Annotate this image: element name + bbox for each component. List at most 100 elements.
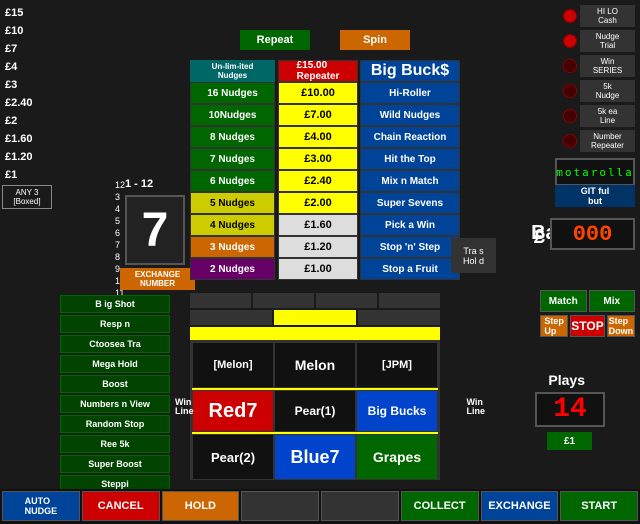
collect-button[interactable]: COLLECT <box>401 491 479 521</box>
reel-2-3: Big Bucks <box>356 390 438 432</box>
light-hilo: HI LOCash <box>563 5 635 27</box>
light-nudge-trial: NudgeTrial <box>563 30 635 52</box>
nudge-8: 8 Nudges <box>190 126 275 148</box>
win-line-right-label: WinLine <box>466 398 485 416</box>
prize-15: £15 <box>5 5 55 21</box>
mix-button[interactable]: Mix <box>589 290 636 312</box>
bottom-bar: AUTONUDGE CANCEL HOLD COLLECT EXCHANGE S… <box>0 489 640 524</box>
light-hilo-label: HI LOCash <box>580 5 635 27</box>
light-nudge-label: NudgeTrial <box>580 30 635 52</box>
match-button[interactable]: Match <box>540 290 587 312</box>
prize-2: £2 <box>5 113 55 129</box>
nudge-5: 5 Nudges <box>190 192 275 214</box>
action-numbers-view[interactable]: Numbers n View <box>60 395 170 413</box>
action-super-boost[interactable]: Super Boost <box>60 455 170 473</box>
cancel-button[interactable]: CANCEL <box>82 491 160 521</box>
value-3: £3.00 <box>278 148 358 170</box>
reel-1-3: [JPM] <box>356 342 438 388</box>
prize-4: £4 <box>5 59 55 75</box>
nudge-6: 6 Nudges <box>190 170 275 192</box>
start-button[interactable]: START <box>560 491 638 521</box>
reel-row-1: [Melon] Melon [JPM] <box>192 342 438 388</box>
prize-1-20: £1.20 <box>5 149 55 165</box>
prize-column: £15 £10 £7 £4 £3 £2.40 £2 £1.60 £1.20 £1 <box>0 5 55 183</box>
light-win-indicator <box>563 59 577 73</box>
step-stop-row: StepUp STOP StepDown <box>540 315 635 337</box>
action-panel: B ig Shot Resp n Ctoosea Tra Mega Hold B… <box>60 295 170 493</box>
nudge-3: 3 Nudges <box>190 236 275 258</box>
range-display: 1 - 12 <box>125 178 153 190</box>
ind-row2-3 <box>358 310 440 325</box>
reel-1-2: Melon <box>274 342 356 388</box>
reel-3-1: Pear(2) <box>192 434 274 480</box>
light-5k-line: 5k eaLine <box>563 105 635 127</box>
light-win-series: WinSERIES <box>563 55 635 77</box>
right-mid-panel: Match Mix StepUp STOP StepDown <box>540 290 635 337</box>
reel-3-3: Grapes <box>356 434 438 480</box>
stop-button[interactable]: STOP <box>570 315 604 337</box>
spin-button[interactable]: Spin <box>340 30 410 50</box>
action-random-stop[interactable]: Random Stop <box>60 415 170 433</box>
value-table: £15.00Repeater £10.00 £7.00 £4.00 £3.00 … <box>278 60 358 280</box>
prize-7: £7 <box>5 41 55 57</box>
one-pound-button[interactable]: £1 <box>547 432 592 450</box>
action-big-shot[interactable]: B ig Shot <box>60 295 170 313</box>
hold-button[interactable]: HOLD <box>162 491 240 521</box>
plays-value-display: 14 <box>535 392 605 427</box>
repeat-button[interactable]: Repeat <box>240 30 310 50</box>
feature-big-bucks: Big Buck$ <box>360 60 460 82</box>
light-5k-nudge-label: 5kNudge <box>580 80 635 102</box>
exchange-button[interactable]: EXCHANGE <box>481 491 559 521</box>
action-mega-hold[interactable]: Mega Hold <box>60 355 170 373</box>
ind-row1-2 <box>253 293 314 308</box>
reel-1-1: [Melon] <box>192 342 274 388</box>
motorola-display: motarolla <box>555 158 635 186</box>
lights-column: HI LOCash NudgeTrial WinSERIES 5kNudge 5… <box>563 5 635 152</box>
prize-2-40: £2.40 <box>5 95 55 111</box>
value-2: £2.00 <box>278 192 358 214</box>
nudge-header: Un-lim-itedNudges <box>190 60 275 82</box>
feature-stop-fruit: Stop a Fruit <box>360 258 460 280</box>
ind-row1-1 <box>190 293 251 308</box>
feature-hi-roller: Hi-Roller <box>360 82 460 104</box>
feature-chain-reaction: Chain Reaction <box>360 126 460 148</box>
value-1: £1.00 <box>278 258 358 280</box>
exchange-number-display: 7 <box>125 195 185 265</box>
auto-nudge-button[interactable]: AUTONUDGE <box>2 491 80 521</box>
transfer-hold-display: Tra s Hol d <box>451 238 496 273</box>
bank-value-display: 000 <box>550 218 635 250</box>
nudge-16: 16 Nudges <box>190 82 275 104</box>
action-ree-5k[interactable]: Ree 5k <box>60 435 170 453</box>
reel-row-3: Pear(2) Blue7 Grapes <box>192 434 438 480</box>
action-ctoosea[interactable]: Ctoosea Tra <box>60 335 170 353</box>
feature-super-sevens: Super Sevens <box>360 192 460 214</box>
light-5k-line-label: 5k eaLine <box>580 105 635 127</box>
ind-row2-2 <box>274 310 356 325</box>
step-down-button[interactable]: StepDown <box>607 315 635 337</box>
exchange-number-button[interactable]: EXCHANGENUMBER <box>120 268 195 290</box>
prize-1: £1 <box>5 167 55 183</box>
ind-row1-4 <box>379 293 440 308</box>
plays-label: Plays <box>548 372 585 388</box>
nudge-10: 10Nudges <box>190 104 275 126</box>
nudge-4: 4 Nudges <box>190 214 275 236</box>
action-boost[interactable]: Boost <box>60 375 170 393</box>
light-5k-line-indicator <box>563 109 577 123</box>
prize-10: £10 <box>5 23 55 39</box>
value-2-40: £2.40 <box>278 170 358 192</box>
value-4: £4.00 <box>278 126 358 148</box>
feature-table: Big Buck$ Hi-Roller Wild Nudges Chain Re… <box>360 60 460 280</box>
nudge-table: 16 Nudges 10Nudges 8 Nudges 7 Nudges 6 N… <box>190 82 275 280</box>
feature-hit-top: Hit the Top <box>360 148 460 170</box>
prize-3: £3 <box>5 77 55 93</box>
mid-indicators <box>190 293 440 342</box>
action-resp[interactable]: Resp n <box>60 315 170 333</box>
light-5k-nudge: 5kNudge <box>563 80 635 102</box>
light-nr-indicator <box>563 134 577 148</box>
light-nr-label: NumberRepeater <box>580 130 635 152</box>
match-mix-row: Match Mix <box>540 290 635 312</box>
light-win-label: WinSERIES <box>580 55 635 77</box>
nudge-2: 2 Nudges <box>190 258 275 280</box>
light-5k-nudge-indicator <box>563 84 577 98</box>
step-up-button[interactable]: StepUp <box>540 315 568 337</box>
